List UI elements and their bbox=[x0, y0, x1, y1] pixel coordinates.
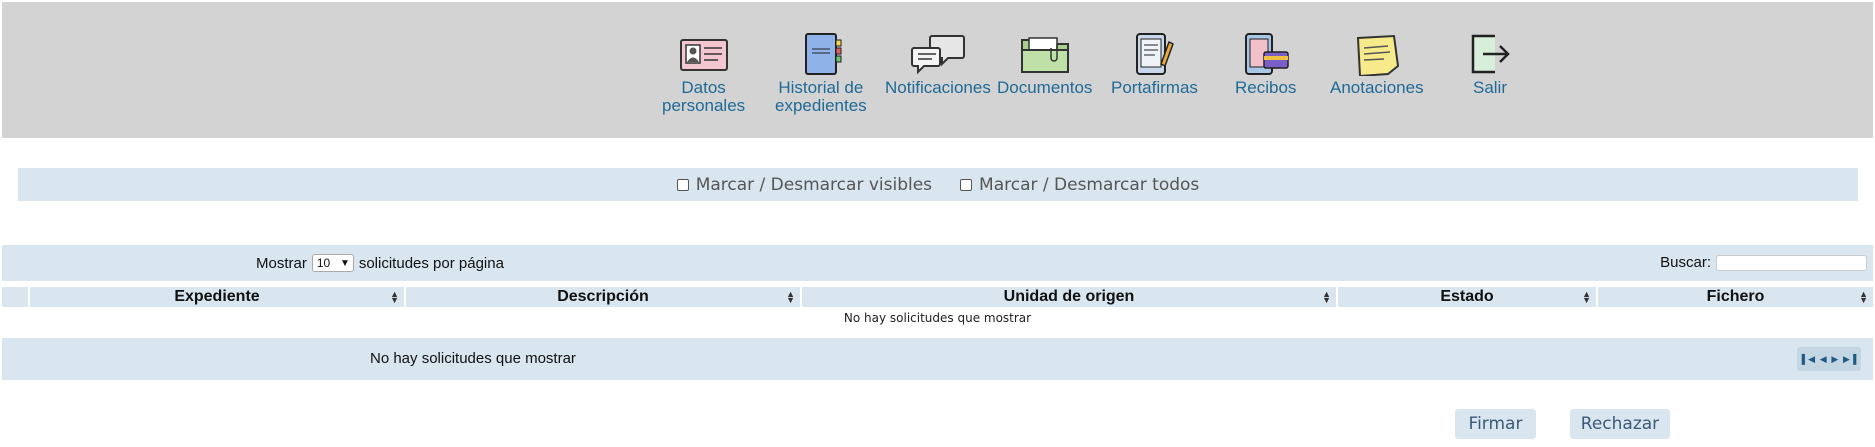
tablet-pen-icon bbox=[1136, 33, 1175, 75]
notebook-icon bbox=[804, 33, 842, 75]
search-control: Buscar: bbox=[1660, 254, 1867, 271]
sort-icon: ▲ ▼ bbox=[390, 289, 399, 305]
column-label: Descripción bbox=[557, 288, 649, 305]
empty-table-message: No hay solicitudes que mostrar bbox=[843, 311, 1032, 325]
checkbox-box[interactable] bbox=[676, 178, 689, 191]
column-header-expediente[interactable]: Expediente ▲ ▼ bbox=[28, 287, 404, 307]
table-header: Expediente ▲ ▼ Descripción ▲ ▼ Unidad de o… bbox=[2, 287, 1873, 307]
next-page-icon[interactable]: ▶ bbox=[1831, 354, 1838, 365]
chevron-down-icon: ▼ bbox=[339, 257, 350, 269]
nav-notificaciones[interactable]: Notificaciones bbox=[885, 32, 991, 97]
top-navigation-bar: Datos personales Historial de expediente… bbox=[2, 2, 1873, 138]
last-page-icon[interactable]: ▶▐ bbox=[1843, 354, 1856, 365]
nav-recibos[interactable]: Recibos bbox=[1235, 32, 1296, 97]
per-page-label: solicitudes por página bbox=[358, 254, 504, 272]
phone-card-icon bbox=[1244, 33, 1289, 75]
nav-label: Historial de expedientes bbox=[775, 78, 867, 115]
nav-label: Recibos bbox=[1235, 78, 1297, 97]
page-size-select[interactable]: 10 ▼ bbox=[311, 254, 354, 272]
toggle-all-label: Marcar / Desmarcar todos bbox=[979, 174, 1200, 195]
nav-label: Datos personales bbox=[662, 78, 746, 115]
show-label: Mostrar bbox=[256, 254, 307, 272]
table-info: No hay solicitudes que mostrar bbox=[370, 350, 576, 367]
nav-label: Portafirmas bbox=[1111, 78, 1198, 97]
table-controls-bar: Mostrar 10 ▼ solicitudes por página Busc… bbox=[2, 245, 1873, 281]
folder-icon bbox=[1020, 37, 1069, 73]
column-header-estado[interactable]: Estado ▲ ▼ bbox=[1336, 287, 1596, 307]
pagination: ▌◀ ◀ ▶ ▶▐ bbox=[1797, 347, 1861, 371]
search-input[interactable] bbox=[1716, 254, 1867, 271]
sort-icon: ▲ ▼ bbox=[786, 289, 795, 305]
speech-bubbles-icon bbox=[910, 35, 965, 75]
toggle-visible-checkbox[interactable]: Marcar / Desmarcar visibles bbox=[676, 174, 933, 195]
column-header-unidad-origen[interactable]: Unidad de origen ▲ ▼ bbox=[800, 287, 1336, 307]
column-label: Unidad de origen bbox=[1003, 288, 1135, 305]
page-length-control: Mostrar 10 ▼ solicitudes por página bbox=[256, 254, 504, 272]
page-size-value: 10 bbox=[316, 256, 331, 270]
nav-label: Notificaciones bbox=[885, 78, 991, 97]
table-footer-bar: No hay solicitudes que mostrar ▌◀ ◀ ▶ ▶▐ bbox=[2, 338, 1873, 380]
sort-icon: ▲ ▼ bbox=[1582, 289, 1591, 305]
column-label: Expediente bbox=[174, 288, 260, 305]
select-filter-bar: Marcar / Desmarcar visibles Marcar / Des… bbox=[18, 168, 1858, 201]
toggle-all-checkbox[interactable]: Marcar / Desmarcar todos bbox=[960, 175, 1199, 195]
column-header-descripcion[interactable]: Descripción ▲ ▼ bbox=[404, 287, 800, 307]
toggle-visible-label: Marcar / Desmarcar visibles bbox=[695, 174, 933, 195]
column-header-fichero[interactable]: Fichero ▲ ▼ bbox=[1596, 287, 1873, 307]
column-label: Estado bbox=[1440, 288, 1494, 305]
sort-icon: ▲ ▼ bbox=[1322, 289, 1331, 305]
sort-icon: ▲ ▼ bbox=[1859, 289, 1868, 305]
select-column-header bbox=[2, 287, 28, 307]
reject-button[interactable]: Rechazar bbox=[1570, 409, 1670, 439]
nav-historial-expedientes[interactable]: Historial de expedientes bbox=[775, 32, 867, 115]
sticky-note-icon bbox=[1356, 34, 1399, 76]
nav-portafirmas[interactable]: Portafirmas bbox=[1111, 32, 1198, 97]
nav-documentos[interactable]: Documentos bbox=[997, 32, 1092, 97]
prev-page-icon[interactable]: ◀ bbox=[1820, 354, 1827, 365]
nav-datos-personales[interactable]: Datos personales bbox=[662, 32, 745, 115]
nav-label: Salir bbox=[1472, 78, 1507, 97]
checkbox-box[interactable] bbox=[960, 178, 973, 191]
nav-label: Anotaciones bbox=[1330, 78, 1424, 97]
first-page-icon[interactable]: ▌◀ bbox=[1802, 354, 1815, 365]
id-card-icon bbox=[679, 39, 728, 71]
sign-button[interactable]: Firmar bbox=[1455, 409, 1536, 439]
exit-icon bbox=[1471, 34, 1510, 74]
search-label: Buscar: bbox=[1660, 254, 1711, 271]
nav-label: Documentos bbox=[997, 78, 1093, 97]
nav-anotaciones[interactable]: Anotaciones bbox=[1330, 32, 1424, 97]
nav-salir[interactable]: Salir bbox=[1467, 32, 1513, 97]
column-label: Fichero bbox=[1706, 288, 1765, 305]
